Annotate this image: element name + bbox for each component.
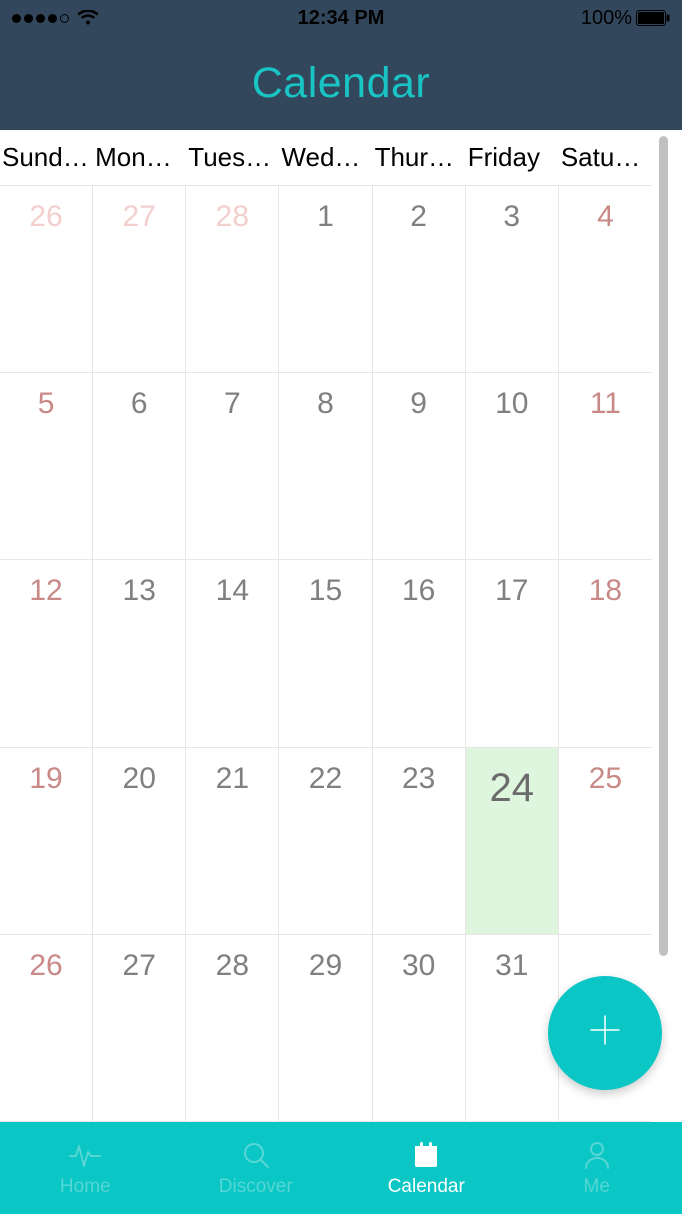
calendar-day[interactable]: 23: [373, 748, 466, 934]
status-battery: 100%: [581, 7, 670, 30]
search-icon: [241, 1138, 271, 1172]
calendar-day[interactable]: 5: [0, 373, 93, 559]
calendar-day[interactable]: 27: [93, 935, 186, 1121]
day-header: Wed…: [279, 142, 372, 173]
status-left: [12, 10, 99, 26]
calendar-area: Sund…Mon…Tues…Wed…Thur…FridaySatu… 26272…: [0, 130, 682, 1122]
calendar-week-row: 19202122232425: [0, 748, 652, 935]
calendar-day[interactable]: 28: [186, 186, 279, 372]
calendar-day[interactable]: 14: [186, 560, 279, 746]
calendar-day[interactable]: 7: [186, 373, 279, 559]
tab-calendar[interactable]: Calendar: [341, 1122, 512, 1214]
tab-label: Home: [60, 1176, 111, 1198]
day-headers-row: Sund…Mon…Tues…Wed…Thur…FridaySatu…: [0, 130, 652, 186]
battery-icon: [636, 10, 670, 26]
calendar-day[interactable]: 13: [93, 560, 186, 746]
calendar-day[interactable]: 18: [559, 560, 652, 746]
status-time: 12:34 PM: [298, 7, 385, 30]
calendar-week-row: 2627281234: [0, 186, 652, 373]
calendar-day[interactable]: 3: [466, 186, 559, 372]
calendar-day[interactable]: 30: [373, 935, 466, 1121]
calendar-day[interactable]: 26: [0, 186, 93, 372]
calendar-day[interactable]: 4: [559, 186, 652, 372]
calendar-day[interactable]: 28: [186, 935, 279, 1121]
calendar-grid: Sund…Mon…Tues…Wed…Thur…FridaySatu… 26272…: [0, 130, 652, 1122]
signal-strength-icon: [12, 14, 69, 23]
tab-discover[interactable]: Discover: [171, 1122, 342, 1214]
calendar-day[interactable]: 17: [466, 560, 559, 746]
calendar-day[interactable]: 29: [279, 935, 372, 1121]
calendar-day[interactable]: 6: [93, 373, 186, 559]
day-header: Tues…: [186, 142, 279, 173]
activity-icon: [68, 1138, 102, 1172]
add-event-button[interactable]: [548, 976, 662, 1090]
calendar-day[interactable]: 10: [466, 373, 559, 559]
calendar-week-row: 12131415161718: [0, 560, 652, 747]
calendar-day[interactable]: 2: [373, 186, 466, 372]
wifi-icon: [77, 10, 99, 26]
calendar-day[interactable]: 12: [0, 560, 93, 746]
calendar-day[interactable]: 15: [279, 560, 372, 746]
calendar-day-today[interactable]: 24: [466, 748, 559, 934]
calendar-day[interactable]: 1: [279, 186, 372, 372]
calendar-day[interactable]: 20: [93, 748, 186, 934]
calendar-day[interactable]: 16: [373, 560, 466, 746]
tab-label: Calendar: [388, 1176, 465, 1198]
calendar-day[interactable]: 26: [0, 935, 93, 1121]
calendar-day[interactable]: 9: [373, 373, 466, 559]
calendar-weeks: 2627281234567891011121314151617181920212…: [0, 186, 652, 1122]
calendar-day[interactable]: 19: [0, 748, 93, 934]
calendar-day[interactable]: 21: [186, 748, 279, 934]
day-header: Thur…: [373, 142, 466, 173]
scrollbar-track[interactable]: [652, 130, 682, 1122]
tab-bar: Home Discover Calendar Me: [0, 1122, 682, 1214]
calendar-day[interactable]: 8: [279, 373, 372, 559]
tab-me[interactable]: Me: [512, 1122, 682, 1214]
day-header: Sund…: [0, 142, 93, 173]
tab-label: Discover: [219, 1176, 293, 1198]
title-bar: Calendar: [0, 36, 682, 130]
calendar-week-row: 567891011: [0, 373, 652, 560]
calendar-icon: [411, 1138, 441, 1172]
battery-percent-label: 100%: [581, 7, 632, 30]
day-header: Satu…: [559, 142, 652, 173]
calendar-day[interactable]: 25: [559, 748, 652, 934]
tab-label: Me: [584, 1176, 610, 1198]
page-title: Calendar: [252, 59, 431, 108]
calendar-day[interactable]: 22: [279, 748, 372, 934]
day-header: Mon…: [93, 142, 186, 173]
calendar-day[interactable]: 31: [466, 935, 559, 1121]
calendar-day[interactable]: 11: [559, 373, 652, 559]
calendar-day[interactable]: 27: [93, 186, 186, 372]
plus-icon: [585, 1010, 625, 1057]
tab-home[interactable]: Home: [0, 1122, 171, 1214]
person-icon: [582, 1138, 612, 1172]
scrollbar-thumb[interactable]: [659, 136, 668, 956]
day-header: Friday: [466, 142, 559, 173]
status-bar: 12:34 PM 100%: [0, 0, 682, 36]
